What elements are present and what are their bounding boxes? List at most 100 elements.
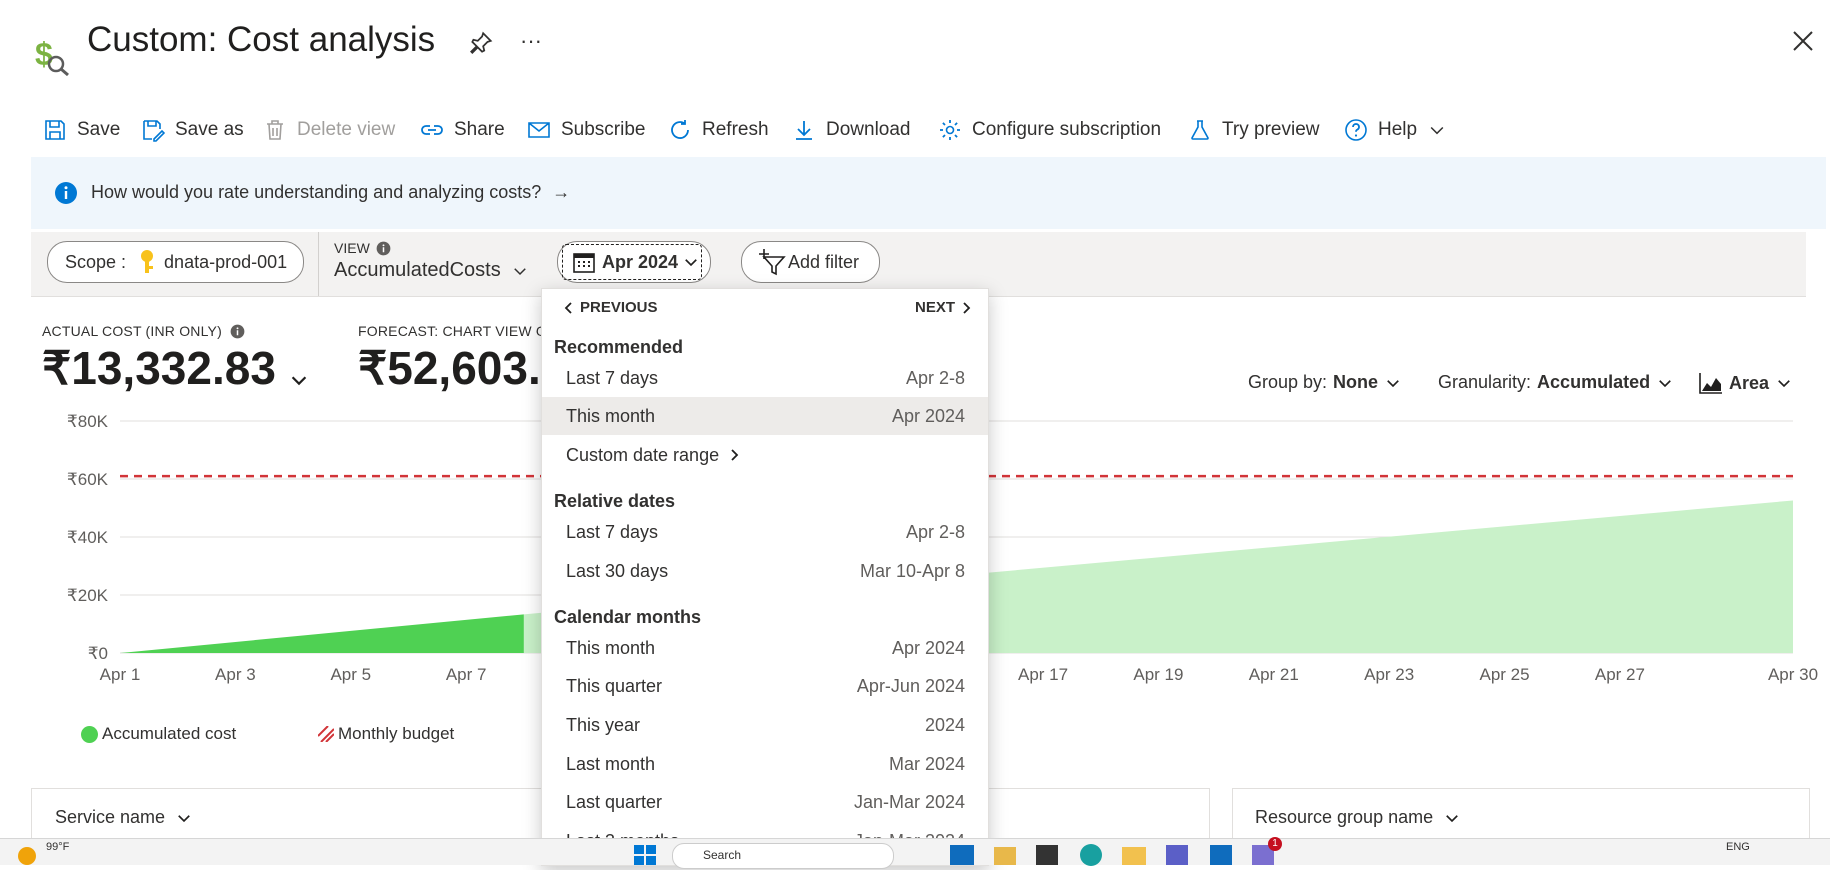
- taskbar-search[interactable]: Search: [672, 843, 894, 869]
- y-tick-label: ₹80K: [67, 412, 109, 431]
- close-icon[interactable]: [1792, 30, 1814, 52]
- menu-item-last-7-days[interactable]: Last 7 days Apr 2-8: [542, 513, 988, 551]
- legend-accumulated[interactable]: Accumulated cost: [81, 724, 236, 744]
- forecast-label: FORECAST: CHART VIEW ON: [358, 323, 558, 339]
- y-tick-label: ₹40K: [67, 528, 109, 547]
- download-button[interactable]: Download: [792, 114, 911, 146]
- x-tick-label: Apr 30: [1768, 665, 1818, 684]
- x-tick-label: Apr 5: [330, 665, 371, 684]
- legend-hatch-icon: [318, 726, 334, 742]
- folder-app-icon[interactable]: [994, 847, 1016, 865]
- menu-item-this-year[interactable]: This year 2024: [542, 706, 988, 744]
- previous-label: PREVIOUS: [580, 299, 658, 316]
- chevron-down-icon: [1430, 126, 1444, 135]
- x-tick-label: Apr 3: [215, 665, 256, 684]
- chevron-left-icon: [564, 301, 572, 314]
- service-name-dropdown[interactable]: Service name: [55, 807, 193, 828]
- windows-start-icon[interactable]: [634, 845, 656, 865]
- x-tick-label: Apr 25: [1480, 665, 1530, 684]
- menu-item-this-month[interactable]: This month Apr 2024: [542, 397, 988, 435]
- save-as-icon: [143, 120, 165, 142]
- edge-app-icon[interactable]: [1080, 844, 1102, 866]
- files-app-icon[interactable]: [1122, 847, 1146, 865]
- granularity-control[interactable]: Granularity: Accumulated: [1438, 372, 1674, 393]
- save-button[interactable]: Save: [43, 114, 120, 146]
- menu-item-custom-date-range[interactable]: Custom date range: [542, 436, 988, 474]
- language-indicator[interactable]: ENG: [1726, 841, 1750, 853]
- more-options-icon[interactable]: ···: [520, 28, 542, 54]
- legend-budget[interactable]: Monthly budget: [318, 724, 454, 744]
- chart-type-control[interactable]: Area: [1699, 372, 1793, 394]
- date-picker-pill[interactable]: Apr 2024: [557, 241, 711, 283]
- weather-temp: 99°F: [46, 841, 70, 853]
- legend-budget-label: Monthly budget: [338, 724, 455, 743]
- legend-accumulated-label: Accumulated cost: [102, 724, 237, 743]
- menu-item-last-30-days[interactable]: Last 30 days Mar 10-Apr 8: [542, 552, 988, 590]
- refresh-button[interactable]: Refresh: [668, 114, 769, 146]
- legend-dot-icon: [81, 725, 98, 743]
- configure-subscription-button[interactable]: Configure subscription: [938, 114, 1161, 146]
- scope-pill[interactable]: Scope : dnata-prod-001: [47, 241, 304, 283]
- menu-item-last-7-days[interactable]: Last 7 days Apr 2-8: [542, 359, 988, 397]
- save-as-label: Save as: [175, 119, 244, 140]
- x-tick-label: Apr 21: [1249, 665, 1299, 684]
- menu-item-label: Last 7 days: [566, 367, 659, 388]
- group-by-value: None: [1333, 372, 1379, 392]
- delete-view-button[interactable]: Delete view: [263, 114, 395, 146]
- next-label: NEXT: [915, 299, 956, 316]
- weather-icon[interactable]: [18, 847, 36, 865]
- trash-icon: [267, 120, 283, 140]
- help-button[interactable]: Help: [1344, 114, 1447, 146]
- share-button[interactable]: Share: [420, 114, 505, 146]
- menu-item-label: This month: [566, 405, 656, 426]
- y-tick-label: ₹0: [88, 644, 108, 663]
- chevron-right-icon: [963, 301, 971, 314]
- menu-item-last-month[interactable]: Last month Mar 2024: [542, 745, 988, 783]
- save-as-button[interactable]: Save as: [141, 114, 244, 146]
- configure-subscription-label: Configure subscription: [972, 119, 1162, 140]
- info-small-icon: [376, 241, 391, 255]
- view-selector[interactable]: VIEW AccumulatedCosts: [334, 240, 529, 282]
- terminal-app-icon[interactable]: [1036, 845, 1058, 865]
- menu-item-label: This month: [566, 637, 656, 658]
- outlook-app-icon[interactable]: [1210, 845, 1232, 865]
- menu-item-last-quarter[interactable]: Last quarter Jan-Mar 2024: [542, 783, 988, 821]
- refresh-label: Refresh: [702, 119, 769, 140]
- add-filter-button[interactable]: Add filter: [741, 241, 880, 283]
- cost-analysis-logo: $: [32, 32, 72, 77]
- menu-item-label: Last 30 days: [566, 560, 669, 581]
- pin-icon[interactable]: [468, 30, 494, 56]
- mail-app-icon[interactable]: [950, 845, 974, 865]
- menu-item-range: Mar 2024: [888, 753, 965, 774]
- menu-item-range: Apr 2024: [891, 637, 965, 658]
- chart-type-value: Area: [1729, 372, 1770, 393]
- view-label: VIEW: [334, 240, 370, 256]
- chevron-down-icon: [291, 376, 307, 386]
- menu-item-this-quarter[interactable]: This quarter Apr-Jun 2024: [542, 667, 988, 705]
- chevron-down-icon: [1387, 379, 1399, 387]
- chevron-down-icon: [1659, 379, 1671, 387]
- delete-view-label: Delete view: [297, 119, 396, 140]
- x-tick-label: Apr 27: [1595, 665, 1645, 684]
- add-filter-icon: [759, 249, 786, 276]
- chevron-right-icon: [731, 449, 739, 461]
- link-icon: [421, 125, 443, 135]
- actual-cost-kpi[interactable]: ACTUAL COST (INR ONLY) ₹13,332.83: [42, 323, 310, 395]
- forecast-kpi: FORECAST: CHART VIEW ON ₹52,603.4: [358, 323, 566, 395]
- next-button[interactable]: NEXT: [915, 299, 971, 316]
- x-tick-label: Apr 1: [100, 665, 141, 684]
- resource-group-dropdown[interactable]: Resource group name: [1255, 807, 1461, 828]
- group-by-control[interactable]: Group by: None: [1248, 372, 1402, 393]
- feedback-link[interactable]: How would you rate understanding and ana…: [91, 182, 570, 203]
- add-filter-label: Add filter: [788, 251, 860, 272]
- menu-item-label: Custom date range: [566, 444, 720, 465]
- previous-button[interactable]: PREVIOUS: [564, 299, 658, 316]
- key-icon: [141, 250, 154, 273]
- menu-item-this-month[interactable]: This month Apr 2024: [542, 629, 988, 667]
- teams-app-icon[interactable]: [1166, 845, 1188, 865]
- subscribe-button[interactable]: Subscribe: [527, 114, 646, 146]
- save-icon: [45, 120, 65, 140]
- menu-item-label: Last 7 days: [566, 521, 659, 542]
- try-preview-button[interactable]: Try preview: [1188, 114, 1319, 146]
- info-small-icon: [230, 324, 245, 338]
